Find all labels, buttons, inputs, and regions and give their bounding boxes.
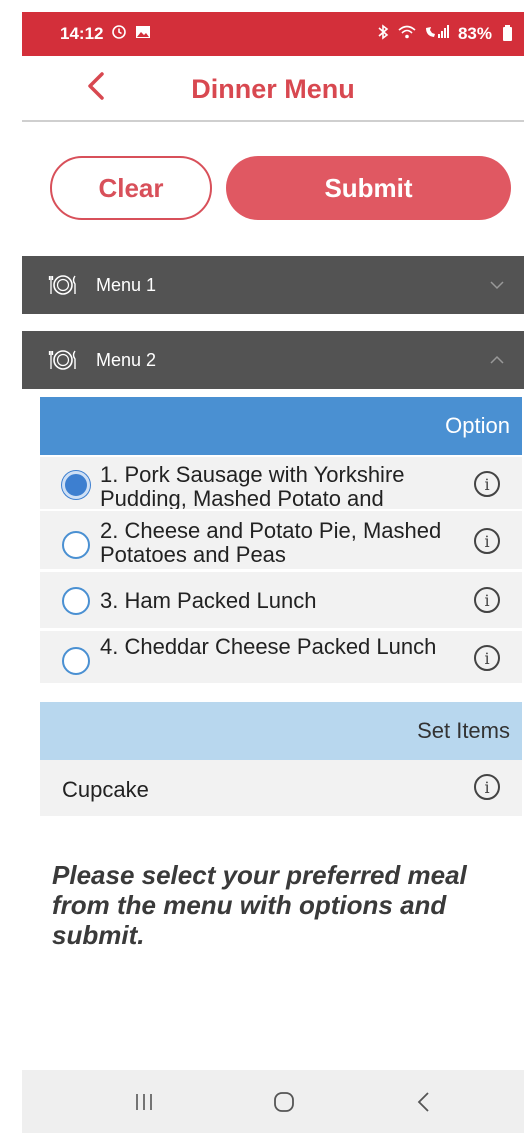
set-items-panel-header: Set Items — [40, 702, 522, 760]
info-icon[interactable]: i — [474, 645, 500, 671]
option-row-2[interactable]: 2. Cheese and Potato Pie, Mashed Potatoe… — [40, 511, 522, 569]
plate-cutlery-icon — [48, 350, 76, 370]
gallery-icon — [135, 25, 151, 43]
instructions-text: Please select your preferred meal from t… — [52, 860, 467, 950]
menu-1-label: Menu 1 — [96, 274, 157, 295]
submit-button[interactable]: Submit — [226, 156, 511, 220]
option-2-radio[interactable] — [62, 531, 90, 559]
recent-apps-button[interactable] — [114, 1082, 174, 1122]
menu-1-header[interactable]: Menu 1 — [22, 256, 524, 314]
status-time: 14:12 — [60, 24, 104, 43]
status-bar: 14:12 83% — [22, 12, 524, 56]
option-4-label: 4. Cheddar Cheese Packed Lunch — [100, 634, 437, 659]
battery-percent: 83% — [457, 24, 492, 43]
option-3-radio[interactable] — [62, 587, 90, 615]
option-row-4[interactable]: 4. Cheddar Cheese Packed Lunch i — [40, 631, 522, 683]
chevron-up-icon — [490, 355, 504, 364]
option-2-label: 2. Cheese and Potato Pie, Mashed Potatoe… — [100, 518, 442, 567]
info-icon[interactable]: i — [474, 774, 500, 800]
wifi-icon — [398, 25, 416, 43]
home-icon — [274, 1092, 294, 1112]
chevron-down-icon — [490, 281, 504, 290]
option-3-label: 3. Ham Packed Lunch — [100, 588, 317, 613]
menu-2-label: Menu 2 — [96, 349, 157, 370]
alarm-clock-icon — [111, 24, 127, 44]
system-nav-bar — [22, 1070, 524, 1133]
option-panel-header: Option — [40, 397, 522, 455]
app-header: Dinner Menu — [22, 56, 524, 120]
menu-2-header[interactable]: Menu 2 — [22, 331, 524, 389]
plate-cutlery-icon — [48, 275, 76, 295]
home-button[interactable] — [254, 1082, 314, 1122]
call-signal-icon — [424, 25, 450, 43]
info-icon[interactable]: i — [474, 471, 500, 497]
clear-button[interactable]: Clear — [50, 156, 212, 220]
option-row-3[interactable]: 3. Ham Packed Lunch i — [40, 572, 522, 628]
info-icon[interactable]: i — [474, 587, 500, 613]
system-back-button[interactable] — [394, 1082, 454, 1122]
option-1-radio[interactable] — [62, 471, 90, 499]
set-item-label: Cupcake — [62, 777, 149, 802]
header-divider — [22, 120, 524, 122]
info-icon[interactable]: i — [474, 528, 500, 554]
option-4-radio[interactable] — [62, 647, 90, 675]
page-title: Dinner Menu — [191, 74, 355, 104]
battery-icon — [503, 25, 512, 41]
bluetooth-icon — [376, 24, 390, 44]
set-item-row: Cupcake i — [40, 760, 522, 816]
chevron-left-icon — [417, 1092, 429, 1112]
option-1-label: 1. Pork Sausage with Yorkshire Pudding, … — [100, 462, 405, 510]
recent-apps-icon — [136, 1094, 152, 1110]
option-row-1[interactable]: 1. Pork Sausage with Yorkshire Pudding, … — [40, 457, 522, 509]
